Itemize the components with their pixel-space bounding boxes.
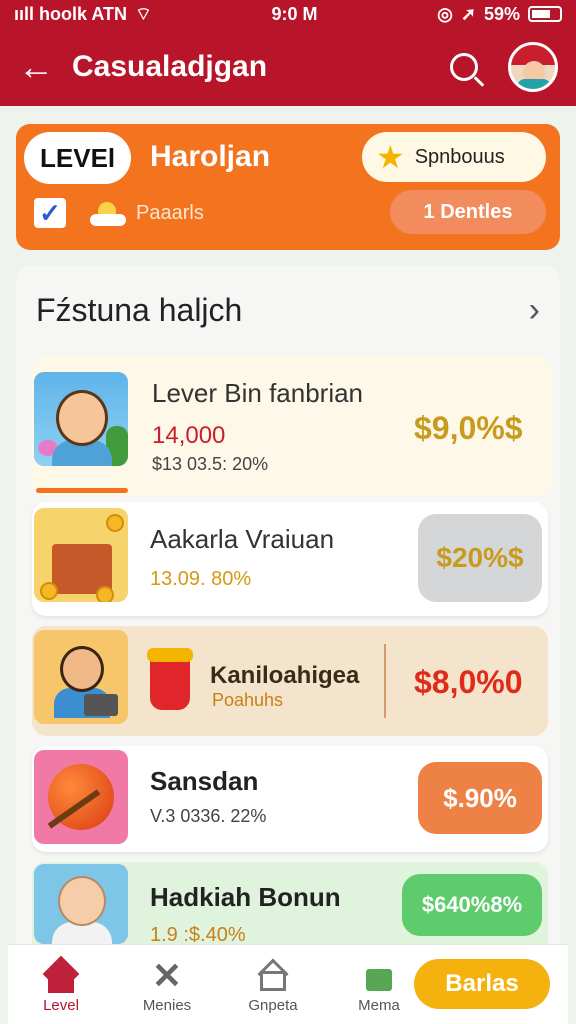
- menu-icon: [362, 959, 396, 993]
- parade-label: Paaarls: [136, 202, 204, 224]
- boy-character-thumbnail: [34, 372, 128, 466]
- item-meta: V.3 0336. 22%: [150, 806, 267, 826]
- item-name: Sansdan: [150, 766, 259, 796]
- page-title: Casualadjgan: [72, 50, 268, 83]
- list-item[interactable]: Sansdan V.3 0336. 22% $.90%: [32, 746, 548, 852]
- item-price: $20%$: [436, 542, 524, 573]
- star-icon: ★: [376, 139, 405, 175]
- list-item[interactable]: Lever Bin fanbrian 14,000 $13 03.5: 20% …: [32, 356, 552, 496]
- nav-label: Level: [43, 997, 79, 1014]
- nav-label: Gnpeta: [248, 997, 298, 1014]
- list-item[interactable]: Kaniloahigea Poahuhs $8,0%0: [32, 626, 548, 736]
- item-name: Lever Bin fanbrian: [152, 378, 364, 408]
- cup-icon: [147, 648, 193, 710]
- item-meta: $13 03.5: 20%: [152, 454, 269, 474]
- carrier-label: ııll hoolk ATN: [14, 3, 127, 24]
- item-subtitle: Poahuhs: [212, 690, 284, 710]
- kid-laptop-thumbnail: [34, 630, 128, 724]
- list-item[interactable]: Aakarla Vraiuan 13.09. 80% $20%$: [32, 502, 548, 616]
- nav-label: Mema: [358, 997, 400, 1014]
- item-price: $640%8%: [421, 892, 523, 917]
- list-item[interactable]: Hadkiah Bonun 1.9 :$.40% $640%8%: [32, 862, 548, 946]
- alarm-icon: ◎: [437, 3, 453, 24]
- wifi-icon: ⌔: [135, 3, 152, 24]
- ball-thumbnail: [34, 750, 128, 844]
- nav-item-gnpeta[interactable]: Gnpeta: [220, 958, 326, 1014]
- item-price: $8,0%0: [414, 664, 523, 700]
- level-card: LEVEl Haroljan ★ Spnbouus ✓ Paaarls 1 De…: [16, 124, 560, 250]
- checkbox-icon[interactable]: ✓: [34, 198, 66, 228]
- level-label: LEVEl: [40, 142, 116, 173]
- barlas-button[interactable]: Barlas: [414, 959, 550, 1009]
- section-title: Fźstuna haljch: [36, 291, 243, 328]
- item-value: 14,000: [152, 422, 226, 449]
- dentles-button[interactable]: 1 Dentles: [390, 190, 546, 234]
- level-badge: LEVEl: [24, 132, 132, 184]
- status-bar: ııll hoolk ATN ⌔ 9:0 M ◎ ➚ 59%: [0, 0, 576, 28]
- avatar[interactable]: [508, 42, 558, 92]
- item-price: $9,0%$: [414, 410, 523, 446]
- price-button[interactable]: $640%8%: [402, 874, 542, 936]
- nav-label: Menies: [142, 997, 192, 1014]
- item-name: Kaniloahigea: [210, 662, 360, 689]
- nav-item-levels[interactable]: Level: [8, 955, 114, 1014]
- item-meta: 13.09. 80%: [150, 568, 252, 590]
- house-thumbnail: [34, 508, 128, 602]
- item-name: Hadkiah Bonun: [150, 882, 341, 912]
- bonus-label: Spnbouus: [414, 145, 505, 168]
- search-icon[interactable]: [450, 53, 478, 81]
- bottom-navigation: Level ✕ Menies Gnpeta Mema Barlas: [8, 944, 568, 1024]
- back-arrow-icon[interactable]: ←: [18, 49, 58, 85]
- status-time: 9:0 M: [271, 3, 318, 24]
- price-button[interactable]: $20%$: [418, 514, 542, 602]
- house-outline-icon: [256, 958, 290, 993]
- home-icon: [42, 955, 80, 993]
- nav-item-menies[interactable]: ✕ Menies: [114, 955, 220, 1015]
- item-name: Aakarla Vraiuan: [150, 524, 335, 554]
- location-icon: ➚: [460, 3, 476, 24]
- item-price: $.90%: [443, 782, 517, 813]
- bonus-button[interactable]: ★ Spnbouus: [362, 132, 546, 182]
- progress-bar: [36, 488, 128, 493]
- price-button[interactable]: $.90%: [418, 762, 542, 834]
- close-icon: ✕: [151, 955, 183, 996]
- app-header: ← Casualadjgan: [0, 28, 576, 106]
- section-header[interactable]: Fźstuna haljch ›: [16, 266, 560, 354]
- weather-icon: [90, 202, 126, 226]
- chevron-right-icon[interactable]: ›: [529, 291, 540, 330]
- battery-label: 59%: [483, 3, 520, 24]
- divider: [384, 644, 386, 718]
- level-name: Haroljan: [150, 140, 271, 173]
- baby-thumbnail: [34, 864, 128, 944]
- battery-icon: [528, 6, 562, 22]
